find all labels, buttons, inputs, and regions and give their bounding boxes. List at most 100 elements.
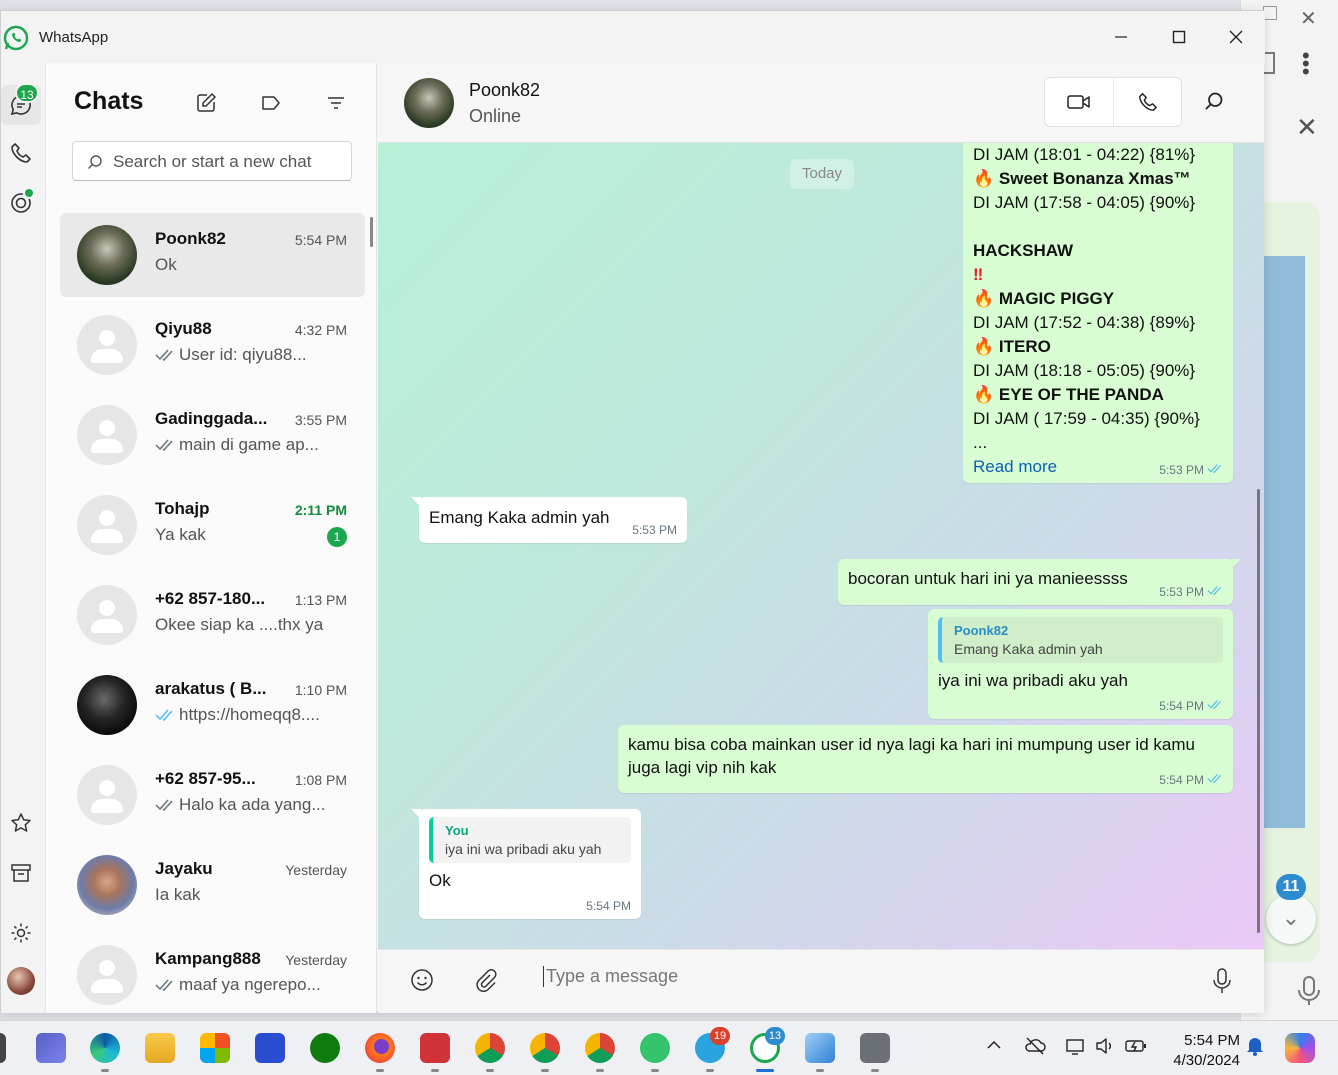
widgets-icon[interactable]	[0, 1033, 6, 1063]
message-text: iya ini wa pribadi aku yah	[938, 671, 1128, 690]
close-button[interactable]	[1216, 21, 1256, 53]
chrome-icon[interactable]	[530, 1033, 560, 1063]
chat-list-item[interactable]: +62 857-180... 1:13 PM Okee siap ka ....th…	[60, 573, 365, 657]
labels-button[interactable]	[259, 91, 283, 115]
microphone-icon[interactable]	[1296, 976, 1322, 1011]
system-clock[interactable]: 5:54 PM 4/30/2024	[1160, 1031, 1240, 1071]
fire-emoji-icon: 🔥	[973, 289, 999, 308]
message-bubble-in[interactable]: You iya ini wa pribadi aku yah Ok 5:54 P…	[411, 809, 641, 919]
xbox-icon[interactable]	[310, 1033, 340, 1063]
copilot-icon[interactable]	[1285, 1033, 1315, 1063]
scroll-down-button[interactable]: ⌄	[1266, 894, 1316, 944]
voice-call-button[interactable]	[1113, 78, 1181, 126]
onedrive-icon[interactable]	[1024, 1035, 1046, 1062]
firefox-icon[interactable]	[365, 1033, 395, 1063]
microsoft-store-icon[interactable]	[200, 1033, 230, 1063]
app-title: WhatsApp	[39, 29, 109, 46]
rail-archived[interactable]	[1, 853, 41, 893]
filter-button[interactable]	[324, 91, 348, 115]
notification-bell-icon[interactable]	[1245, 1035, 1265, 1062]
message-line: DI JAM (17:52 - 04:38) {89%}	[973, 311, 1223, 335]
double-tick-icon	[1207, 773, 1223, 787]
avatar	[77, 765, 137, 825]
message-bubble-out[interactable]: kamu bisa coba mainkan user id nya lagi …	[618, 725, 1233, 793]
close-icon[interactable]: ✕	[1300, 6, 1317, 31]
more-options-icon[interactable]: • • •	[1302, 45, 1310, 83]
maximize-button[interactable]	[1159, 21, 1199, 53]
minimize-button[interactable]	[1101, 21, 1141, 53]
attach-button[interactable]	[475, 968, 497, 997]
network-icon[interactable]	[1064, 1035, 1086, 1062]
chat-time: 2:11 PM	[294, 502, 347, 518]
chat-preview-text: maaf ya ngerepo...	[179, 975, 321, 994]
quoted-message[interactable]: Poonk82 Emang Kaka admin yah	[938, 617, 1223, 663]
chat-name: +62 857-95...	[155, 769, 256, 788]
search-input[interactable]: Search or start a new chat	[72, 141, 352, 181]
calculator-icon[interactable]	[860, 1033, 890, 1063]
rail-profile[interactable]	[1, 961, 41, 1001]
message-bubble-out[interactable]: DI JAM (18:01 - 04:22) {81%} 🔥 Sweet Bona…	[963, 143, 1233, 483]
message-area[interactable]: Today DI JAM (18:01 - 04:22) {81%} 🔥 Swee…	[378, 143, 1264, 949]
voice-message-button[interactable]	[1212, 968, 1232, 999]
double-tick-icon	[155, 349, 173, 362]
messages-icon[interactable]	[640, 1033, 670, 1063]
rail-settings[interactable]	[1, 913, 41, 953]
contact-name[interactable]: Poonk82	[469, 80, 540, 101]
teams-icon[interactable]	[36, 1033, 66, 1063]
double-tick-icon	[155, 439, 173, 452]
chat-list-item[interactable]: Tohajp 2:11 PM Ya kak 1	[60, 483, 365, 567]
rail-status[interactable]	[1, 183, 41, 223]
chat-list-item[interactable]: Kampang888 Yesterday maaf ya ngerepo...	[60, 933, 365, 1017]
chat-name: arakatus ( B...	[155, 679, 267, 698]
chat-list-scrollbar[interactable]	[370, 217, 373, 247]
message-time: 5:53 PM	[632, 523, 677, 537]
video-call-button[interactable]	[1045, 78, 1113, 126]
unread-badge: 11	[1276, 874, 1306, 900]
quoted-message[interactable]: You iya ini wa pribadi aku yah	[429, 817, 631, 863]
chat-preview: Okee siap ka ....thx ya	[155, 615, 345, 635]
chat-list-item[interactable]: Qiyu88 4:32 PM User id: qiyu88...	[60, 303, 365, 387]
message-bubble-in[interactable]: Emang Kaka admin yah 5:53 PM	[411, 497, 687, 543]
conversation-panel: Poonk82 Online Today DI JAM (18:01 - 04:…	[378, 63, 1264, 1013]
message-bubble-out[interactable]: bocoran untuk hari ini ya manieessss 5:5…	[838, 559, 1241, 605]
whatsapp-badge: 13	[765, 1027, 785, 1045]
snipping-tool-icon[interactable]	[805, 1033, 835, 1063]
app-icon[interactable]	[255, 1033, 285, 1063]
contact-avatar[interactable]	[404, 78, 454, 128]
rail-starred[interactable]	[1, 803, 41, 843]
chat-list-item[interactable]: arakatus ( B... 1:10 PM https://homeqq8...…	[60, 663, 365, 747]
edge-browser-icon[interactable]	[90, 1033, 120, 1063]
clock-date: 4/30/2024	[1173, 1052, 1240, 1069]
app-icon[interactable]	[420, 1033, 450, 1063]
double-tick-icon	[155, 709, 173, 722]
close-icon[interactable]: ✕	[1296, 112, 1318, 143]
message-scrollbar[interactable]	[1257, 489, 1260, 933]
chat-time: 4:32 PM	[294, 322, 347, 338]
chat-preview-text: User id: qiyu88...	[179, 345, 307, 364]
message-input[interactable]: Type a message	[543, 966, 678, 987]
message-time: 5:54 PM	[586, 899, 631, 913]
show-hidden-icons-chevron-icon[interactable]	[986, 1037, 1002, 1058]
message-line-text: MAGIC PIGGY	[998, 289, 1115, 308]
file-explorer-icon[interactable]	[145, 1033, 175, 1063]
rail-chats[interactable]: 13	[1, 83, 41, 125]
message-line-text: EYE OF THE PANDA	[998, 385, 1164, 404]
background-image	[1264, 256, 1305, 828]
chat-list-item[interactable]: Poonk82 5:54 PM Ok	[60, 213, 365, 297]
chrome-icon[interactable]	[585, 1033, 615, 1063]
restore-icon[interactable]	[1263, 6, 1277, 20]
new-chat-button[interactable]	[194, 91, 218, 115]
message-line: HACKSHAW	[973, 239, 1223, 263]
message-line: 🔥 ITERO	[973, 335, 1223, 359]
chrome-icon[interactable]	[475, 1033, 505, 1063]
volume-icon[interactable]	[1094, 1035, 1116, 1062]
conversation-header[interactable]: Poonk82 Online	[378, 63, 1264, 143]
chat-list-item[interactable]: Jayaku Yesterday Ia kak	[60, 843, 365, 927]
rail-calls[interactable]	[1, 133, 41, 173]
search-in-chat-button[interactable]	[1204, 91, 1224, 116]
emoji-button[interactable]	[410, 968, 434, 997]
message-bubble-out[interactable]: Poonk82 Emang Kaka admin yah iya ini wa …	[928, 609, 1233, 719]
chat-list-item[interactable]: Gadinggada... 3:55 PM main di game ap...	[60, 393, 365, 477]
chat-list-item[interactable]: +62 857-95... 1:08 PM Halo ka ada yang...	[60, 753, 365, 837]
battery-icon[interactable]	[1124, 1035, 1148, 1062]
